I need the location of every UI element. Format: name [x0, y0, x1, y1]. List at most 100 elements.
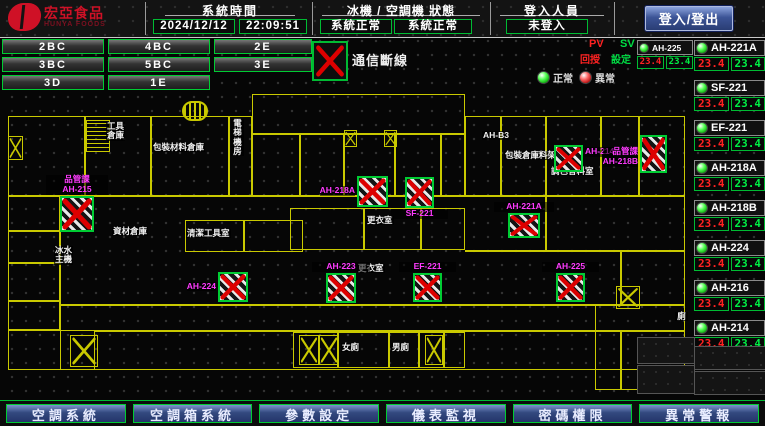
logo-icon: [8, 3, 38, 31]
ahu-marker-sf-221[interactable]: SF-221: [405, 177, 434, 208]
pv-value: 23.4: [694, 257, 729, 271]
floor-buttons: 2BC 4BC 2E 3BC 5BC 3E 3D 1E: [2, 39, 314, 90]
sv-value: 23.4: [731, 257, 765, 271]
unit-name-label: AH-225: [652, 43, 681, 53]
unit-values: 23.423.4: [694, 297, 765, 311]
unit-values: 23.423.4: [694, 57, 765, 71]
divider: [614, 2, 615, 35]
ahu-marker-ah-224[interactable]: AH-224: [218, 272, 248, 302]
empty-cell: [637, 337, 695, 364]
comm-loss-x-icon: [554, 145, 583, 172]
unit-values: 23.423.4: [694, 257, 765, 271]
floor-button-3d[interactable]: 3D: [2, 75, 104, 90]
elevator-icon: [182, 101, 208, 121]
unit-name-label: AH-221A: [711, 42, 757, 54]
nav-meter-monitor[interactable]: 儀表監視: [386, 404, 506, 423]
pv-value: 23.4: [637, 56, 664, 69]
ahu-marker-ah-221a[interactable]: AH-221A: [508, 213, 540, 238]
room-label: 包裝材料倉庫: [152, 143, 205, 152]
unit-ah-221a[interactable]: AH-221A 23.423.4: [694, 40, 765, 71]
room-label: 更衣室: [366, 216, 394, 225]
system-time-label: 系統時間: [165, 2, 295, 16]
floor-button-4bc[interactable]: 4BC: [108, 39, 210, 54]
marker-label: AH-218A: [320, 186, 355, 196]
abnormal-legend-label: 異常: [595, 70, 615, 85]
ahu-marker-ef-221[interactable]: EF-221: [413, 273, 442, 302]
pv-value: 23.4: [694, 177, 729, 191]
wall: [620, 330, 622, 390]
wall: [243, 220, 245, 252]
unit-values: 23.423.4: [694, 97, 765, 111]
unit-values: 23.423.4: [694, 217, 765, 231]
ahu-marker-ah-225[interactable]: AH-225: [556, 273, 585, 302]
comm-loss-x-icon: [640, 135, 667, 173]
sv-value: 23.4: [731, 137, 765, 151]
unit-name-label: AH-216: [711, 282, 749, 294]
unit-ah-216[interactable]: AH-216 23.423.4: [694, 280, 765, 311]
nav-alarm[interactable]: 異常警報: [639, 404, 759, 423]
unit-name: AH-218A: [694, 160, 765, 176]
comm-loss-x-icon: [218, 272, 248, 302]
unit-ah-218a[interactable]: AH-218A 23.423.4: [694, 160, 765, 191]
ahu-marker-ah-214[interactable]: AH-214: [554, 145, 583, 172]
unit-status-led-icon: [696, 162, 708, 174]
marker-label: EF-221: [399, 262, 456, 272]
abnormal-legend: 異常: [579, 70, 615, 85]
wall: [150, 116, 152, 196]
sv-value: 23.4: [731, 57, 765, 71]
wall: [299, 133, 301, 196]
nav-ahu-system[interactable]: 空調箱系統: [133, 404, 253, 423]
nav-parameter-settings[interactable]: 參數設定: [259, 404, 379, 423]
sv-value: 23.4: [731, 97, 765, 111]
nav-ac-system[interactable]: 空調系統: [6, 404, 126, 423]
unit-ah-224[interactable]: AH-22423.423.4: [694, 240, 765, 271]
sv-value: 23.4: [731, 297, 765, 311]
stairs-x-icon: [384, 130, 397, 147]
login-user-label: 登入人員: [500, 2, 604, 16]
room-label: 女廁: [341, 343, 360, 352]
room-label: 男廁: [391, 343, 410, 352]
login-user-value: 未登入: [506, 19, 588, 34]
empty-cell: [694, 346, 765, 370]
nav-password-auth[interactable]: 密碼權限: [513, 404, 633, 423]
comm-loss-x-icon: [405, 177, 434, 208]
unit-values: 23.423.4: [694, 177, 765, 191]
chiller-ahu-status-label: 冰機 / 空調機 狀態: [322, 2, 480, 16]
floor-button-3e[interactable]: 3E: [214, 57, 312, 72]
room-label: 資材倉庫: [112, 227, 148, 236]
sv-value: 23.4: [731, 217, 765, 231]
room-label: 工具 倉庫: [106, 122, 125, 141]
floor-button-2bc[interactable]: 2BC: [2, 39, 104, 54]
unit-status-led-icon: [639, 43, 649, 53]
sv-value: 23.4: [666, 56, 693, 69]
wall: [443, 332, 445, 368]
normal-led-icon: [537, 71, 550, 84]
unit-name: AH-221A: [694, 40, 765, 56]
unit-ah-218b[interactable]: AH-218B 23.423.4: [694, 200, 765, 231]
wall: [95, 330, 620, 332]
floor-button-5bc[interactable]: 5BC: [108, 57, 210, 72]
unit-name-label: AH-218B: [711, 202, 757, 214]
login-logout-button[interactable]: 登入/登出: [645, 6, 733, 31]
unit-sf-221[interactable]: SF-22123.423.4: [694, 80, 765, 111]
marker-label: AH-221A: [494, 202, 554, 212]
wall: [252, 133, 465, 135]
ahu-marker-ah-218b[interactable]: 品管課AH-218B: [640, 135, 667, 173]
unit-name: AH-218B: [694, 200, 765, 216]
marker-label: SF-221: [391, 209, 448, 219]
unit-ef-221[interactable]: EF-22123.423.4: [694, 120, 765, 151]
comm-loss-x-icon: [326, 273, 356, 303]
hmi-screen: 宏亞食品 HUNYA FOODS 系統時間 2024/12/12 22:09:5…: [0, 0, 765, 426]
ahu-marker-ah-223[interactable]: AH-223: [326, 273, 356, 303]
unit-ah-225[interactable]: AH-225 23.423.4: [637, 40, 693, 69]
unit-name: SF-221: [694, 80, 765, 96]
floor-button-2e[interactable]: 2E: [214, 39, 312, 54]
floor-button-1e[interactable]: 1E: [108, 75, 210, 90]
stairs-x-icon: [344, 130, 357, 147]
ahu-marker-ah-218a[interactable]: AH-218A: [357, 176, 388, 207]
floor-button-3bc[interactable]: 3BC: [2, 57, 104, 72]
wall: [8, 262, 60, 264]
ahu-marker-ah-215[interactable]: 品管課AH-215: [60, 196, 94, 232]
unit-name-label: AH-218A: [711, 162, 757, 174]
marker-label: AH-223: [312, 262, 370, 272]
